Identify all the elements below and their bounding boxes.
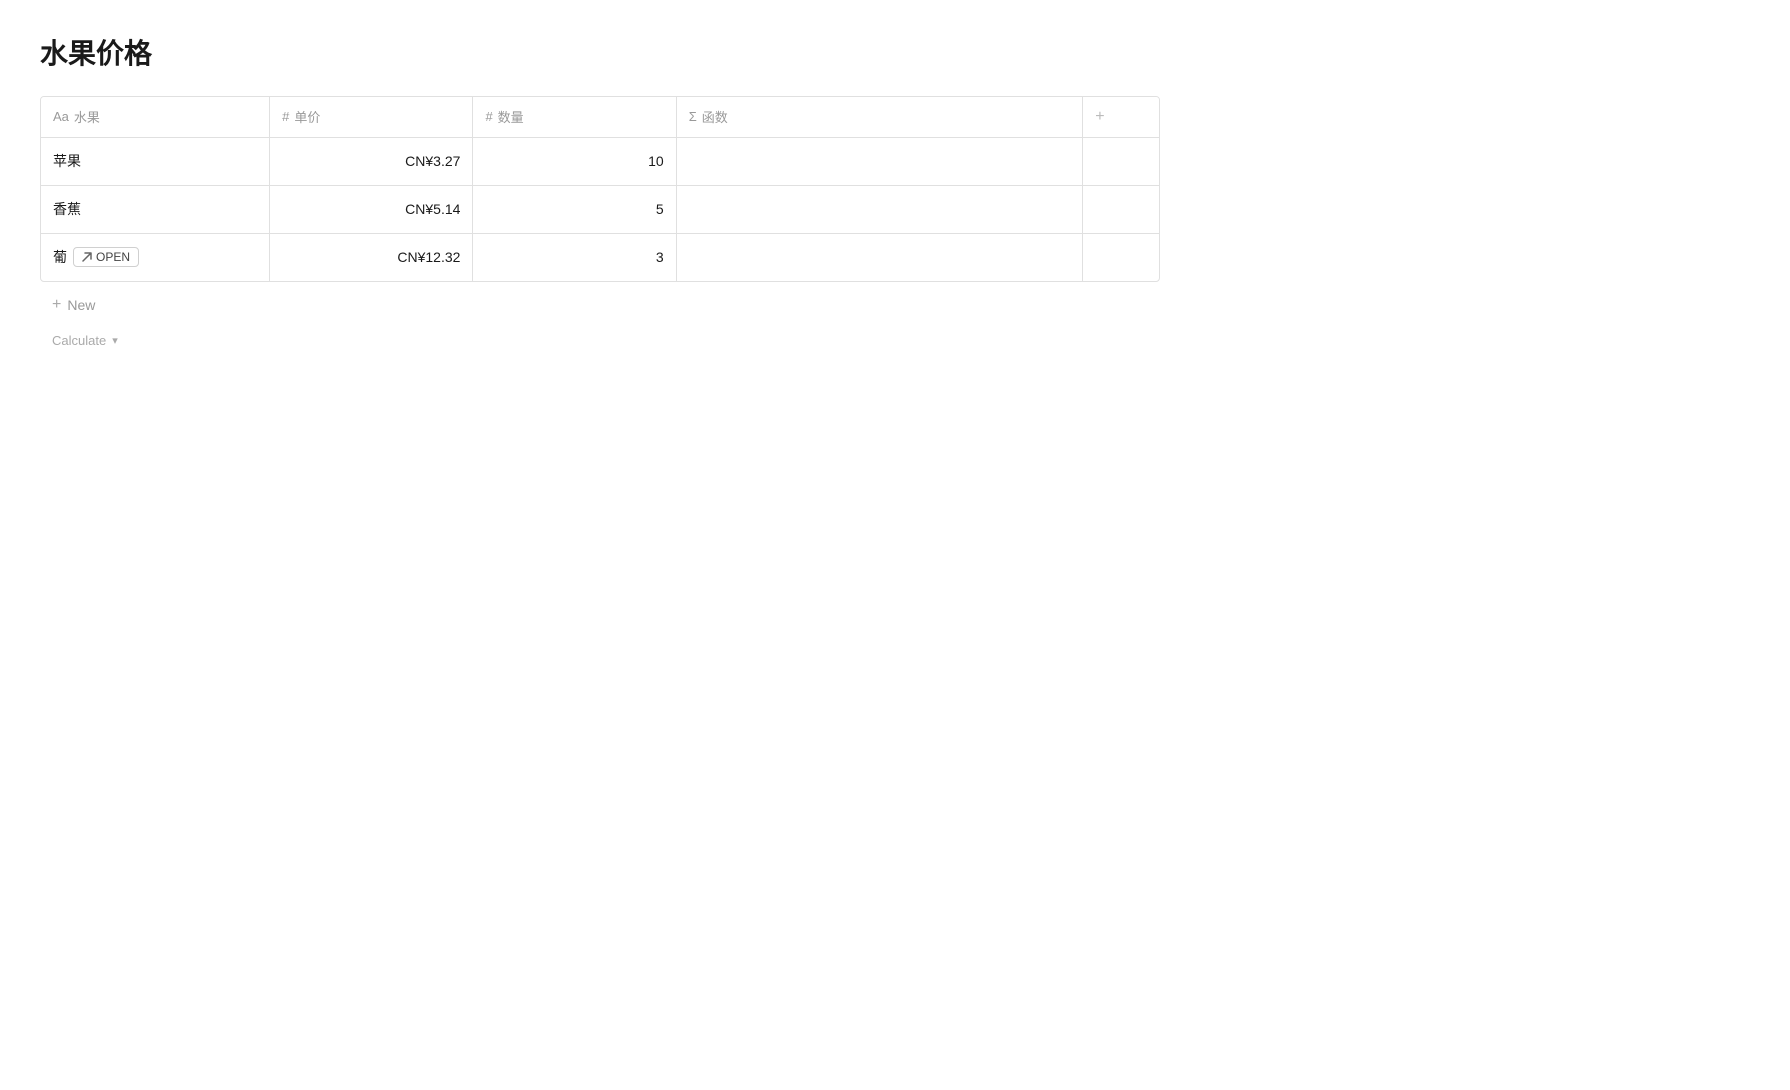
cell-value-name-banana: 香蕉: [53, 201, 81, 217]
add-new-plus-icon: +: [52, 296, 61, 314]
column-icon-number-qty: # 数量: [485, 107, 523, 126]
formula-type-icon: Σ: [689, 109, 697, 124]
table-row: 苹果 CN¥3.27 10: [41, 137, 1159, 185]
cell-value-name-grape: 葡: [53, 247, 67, 267]
column-icon-number-price: # 单价: [282, 107, 320, 126]
cell-value-price-apple: CN¥3.27: [405, 153, 460, 169]
table-row: 葡 OPEN CN¥12.32 3: [41, 233, 1159, 281]
database-table-wrapper: Aa 水果 # 单价 # 数量: [40, 96, 1160, 282]
chevron-down-icon: ▾: [112, 334, 118, 347]
cell-value-name-apple: 苹果: [53, 153, 81, 169]
cell-qty-apple[interactable]: 10: [473, 137, 676, 185]
cell-add-banana: [1083, 185, 1159, 233]
cell-add-apple: [1083, 137, 1159, 185]
calculate-button[interactable]: Calculate ▾: [40, 325, 1160, 356]
cell-name-apple[interactable]: 苹果: [41, 137, 270, 185]
table-bottom-controls: + New Calculate ▾: [40, 286, 1160, 356]
add-column-icon: +: [1095, 108, 1104, 125]
cell-add-grape: [1083, 233, 1159, 281]
cell-value-price-banana: CN¥5.14: [405, 201, 460, 217]
text-type-icon: Aa: [53, 109, 69, 124]
cell-name-banana[interactable]: 香蕉: [41, 185, 270, 233]
page-title: 水果价格: [40, 32, 1160, 72]
number-type-icon-price: #: [282, 109, 289, 124]
table-row: 香蕉 CN¥5.14 5: [41, 185, 1159, 233]
column-label-name: 水果: [74, 107, 100, 126]
column-header-qty[interactable]: # 数量: [473, 97, 676, 137]
number-type-icon-qty: #: [485, 109, 492, 124]
column-icon-text: Aa 水果: [53, 107, 100, 126]
database-table: Aa 水果 # 单价 # 数量: [41, 97, 1159, 281]
column-label-func: 函数: [702, 107, 728, 126]
column-label-price: 单价: [294, 107, 320, 126]
cell-value-qty-banana: 5: [656, 201, 664, 217]
cell-price-apple[interactable]: CN¥3.27: [270, 137, 473, 185]
cell-value-qty-grape: 3: [656, 249, 664, 265]
cell-func-banana[interactable]: [676, 185, 1083, 233]
cell-price-banana[interactable]: CN¥5.14: [270, 185, 473, 233]
add-new-row-button[interactable]: + New: [40, 286, 1160, 325]
cell-value-price-grape: CN¥12.32: [397, 249, 460, 265]
column-label-qty: 数量: [498, 107, 524, 126]
column-icon-formula: Σ 函数: [689, 107, 728, 126]
open-button[interactable]: OPEN: [73, 247, 139, 267]
calculate-label: Calculate: [52, 333, 106, 348]
open-icon: [82, 252, 92, 262]
cell-func-apple[interactable]: [676, 137, 1083, 185]
cell-qty-banana[interactable]: 5: [473, 185, 676, 233]
cell-func-grape[interactable]: [676, 233, 1083, 281]
add-new-label: New: [67, 297, 95, 313]
row-hover-actions: 葡 OPEN: [53, 247, 257, 267]
column-add-button[interactable]: +: [1083, 97, 1159, 137]
cell-price-grape[interactable]: CN¥12.32: [270, 233, 473, 281]
cell-qty-grape[interactable]: 3: [473, 233, 676, 281]
open-button-label: OPEN: [96, 250, 130, 264]
cell-value-qty-apple: 10: [648, 153, 664, 169]
column-header-price[interactable]: # 单价: [270, 97, 473, 137]
column-header-func[interactable]: Σ 函数: [676, 97, 1083, 137]
column-header-name[interactable]: Aa 水果: [41, 97, 270, 137]
table-header-row: Aa 水果 # 单价 # 数量: [41, 97, 1159, 137]
cell-name-grape[interactable]: 葡 OPEN: [41, 233, 270, 281]
